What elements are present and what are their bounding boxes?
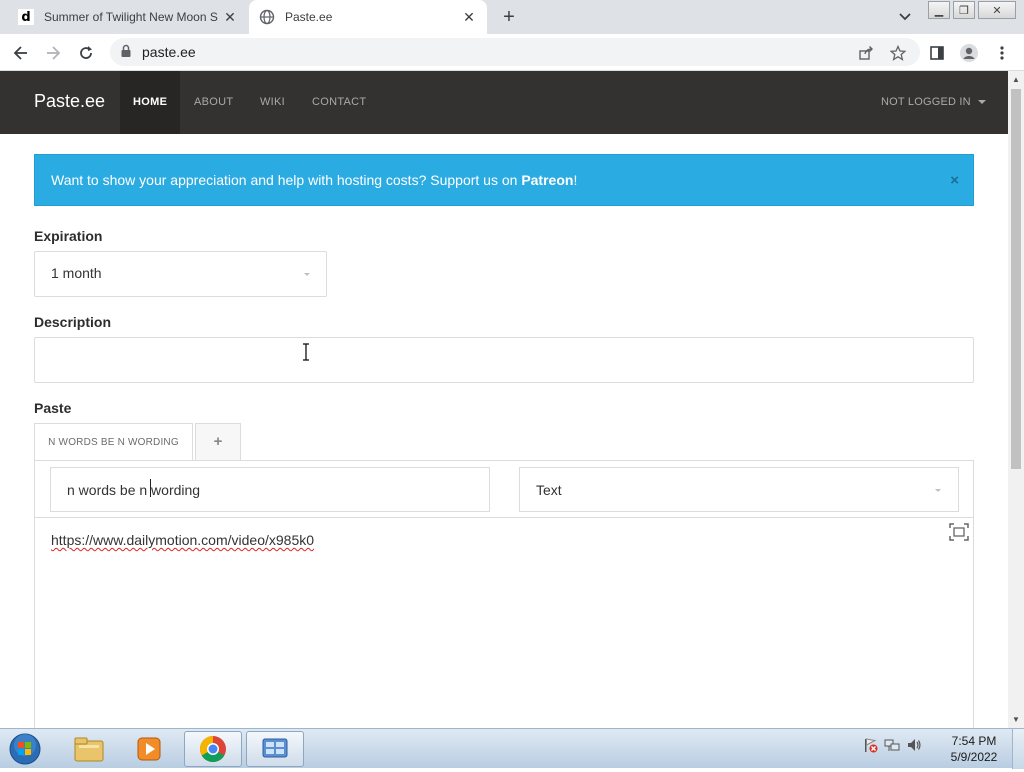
caret-down-icon <box>304 273 310 276</box>
network-icon[interactable] <box>884 737 900 758</box>
bookmark-star-icon[interactable] <box>887 42 909 64</box>
nav-about-link[interactable]: ABOUT <box>181 71 246 134</box>
fullscreen-icon[interactable] <box>949 523 969 541</box>
paste-content-text: https://www.dailymotion.com/video/x985k0 <box>51 532 315 548</box>
control-panel-icon[interactable] <box>246 731 304 767</box>
account-dropdown-label: NOT LOGGED IN <box>881 96 971 108</box>
alert-suffix: ! <box>573 172 578 188</box>
text-cursor <box>150 479 151 497</box>
browser-tab-pasteee[interactable]: Paste.ee ✕ <box>249 0 487 34</box>
close-tab-icon[interactable]: ✕ <box>220 7 240 27</box>
new-tab-button[interactable]: + <box>498 6 520 28</box>
tab-title: Paste.ee <box>285 10 333 24</box>
clock-date: 5/9/2022 <box>950 750 998 764</box>
windows-taskbar: 7:54 PM 5/9/2022 <box>0 728 1024 769</box>
paste-name-input[interactable]: n words be n wording <box>50 467 490 512</box>
tab-search-chevron-icon[interactable] <box>896 8 914 26</box>
paste-name-value: n words be n wording <box>67 482 201 498</box>
description-label: Description <box>34 314 112 330</box>
kebab-menu-icon[interactable] <box>991 42 1013 64</box>
expiration-select[interactable]: 1 month <box>34 251 327 297</box>
alert-message: Want to show your appreciation and help … <box>51 172 577 188</box>
patreon-link[interactable]: Patreon <box>521 172 573 188</box>
side-panel-icon[interactable] <box>926 42 948 64</box>
back-arrow-icon[interactable] <box>10 42 32 64</box>
browser-tab-dailymotion[interactable]: d Summer of Twilight New Moon S ✕ <box>8 0 248 34</box>
syntax-value: Text <box>536 482 562 498</box>
start-orb-button[interactable] <box>6 731 44 767</box>
add-paste-tab-button[interactable]: + <box>195 423 241 461</box>
site-brand-link[interactable]: Paste.ee <box>34 91 105 112</box>
restore-window-button[interactable]: ❐ <box>953 1 975 19</box>
system-tray <box>862 737 922 758</box>
expiration-label: Expiration <box>34 228 103 244</box>
forward-arrow-icon[interactable] <box>42 42 64 64</box>
dailymotion-d-icon: d <box>18 9 34 25</box>
paste-content-editor[interactable]: https://www.dailymotion.com/video/x985k0 <box>51 532 314 548</box>
profile-avatar-icon[interactable] <box>958 42 980 64</box>
close-tab-icon[interactable]: ✕ <box>459 7 479 27</box>
patreon-alert: Want to show your appreciation and help … <box>34 154 974 206</box>
paste-label: Paste <box>34 400 72 416</box>
media-player-icon[interactable] <box>121 731 179 767</box>
address-bar[interactable]: paste.ee <box>110 38 920 66</box>
nav-home-link[interactable]: HOME <box>120 71 181 134</box>
nav-wiki-link[interactable]: WIKI <box>247 71 298 134</box>
reload-icon[interactable] <box>75 42 97 64</box>
page-scrollbar[interactable]: ▲ ▼ <box>1008 71 1024 728</box>
action-center-flag-icon[interactable] <box>862 737 878 758</box>
lock-icon[interactable] <box>120 44 132 63</box>
url-text: paste.ee <box>142 44 196 60</box>
show-desktop-button[interactable] <box>1012 729 1024 769</box>
paste-options-bar: n words be n wording Text <box>35 461 973 518</box>
ibeam-cursor-icon <box>301 343 311 361</box>
scroll-up-arrow-icon[interactable]: ▲ <box>1012 75 1020 84</box>
browser-toolbar: paste.ee <box>0 34 1024 71</box>
chrome-icon[interactable] <box>184 731 242 767</box>
scroll-down-arrow-icon[interactable]: ▼ <box>1012 715 1020 724</box>
paste-tab-active[interactable]: N WORDS BE N WORDING <box>34 423 193 461</box>
page-viewport: Paste.ee HOME ABOUT WIKI CONTACT NOT LOG… <box>0 71 1008 728</box>
close-window-button[interactable]: ✕ <box>978 1 1016 19</box>
description-input[interactable] <box>34 337 974 383</box>
globe-icon <box>259 9 275 25</box>
account-dropdown[interactable]: NOT LOGGED IN <box>881 71 987 134</box>
tab-title: Summer of Twilight New Moon S <box>44 10 218 24</box>
browser-tab-strip: d Summer of Twilight New Moon S ✕ Paste.… <box>0 0 1024 34</box>
alert-close-icon[interactable]: × <box>950 172 959 189</box>
taskbar-clock[interactable]: 7:54 PM 5/9/2022 <box>944 733 1004 765</box>
caret-down-icon <box>978 100 987 105</box>
volume-icon[interactable] <box>906 737 922 758</box>
paste-panel: n words be n wording Text https://www.da… <box>34 460 974 728</box>
share-icon[interactable] <box>855 42 877 64</box>
nav-contact-link[interactable]: CONTACT <box>299 71 379 134</box>
syntax-select[interactable]: Text <box>519 467 959 512</box>
expiration-value: 1 month <box>51 265 102 281</box>
caret-down-icon <box>935 489 941 492</box>
minimize-window-button[interactable]: ▁ <box>928 1 950 19</box>
alert-text: Want to show your appreciation and help … <box>51 172 522 188</box>
scrollbar-thumb[interactable] <box>1011 89 1021 469</box>
explorer-icon[interactable] <box>60 731 118 767</box>
clock-time: 7:54 PM <box>951 734 997 748</box>
site-navbar: Paste.ee HOME ABOUT WIKI CONTACT NOT LOG… <box>0 71 1008 134</box>
